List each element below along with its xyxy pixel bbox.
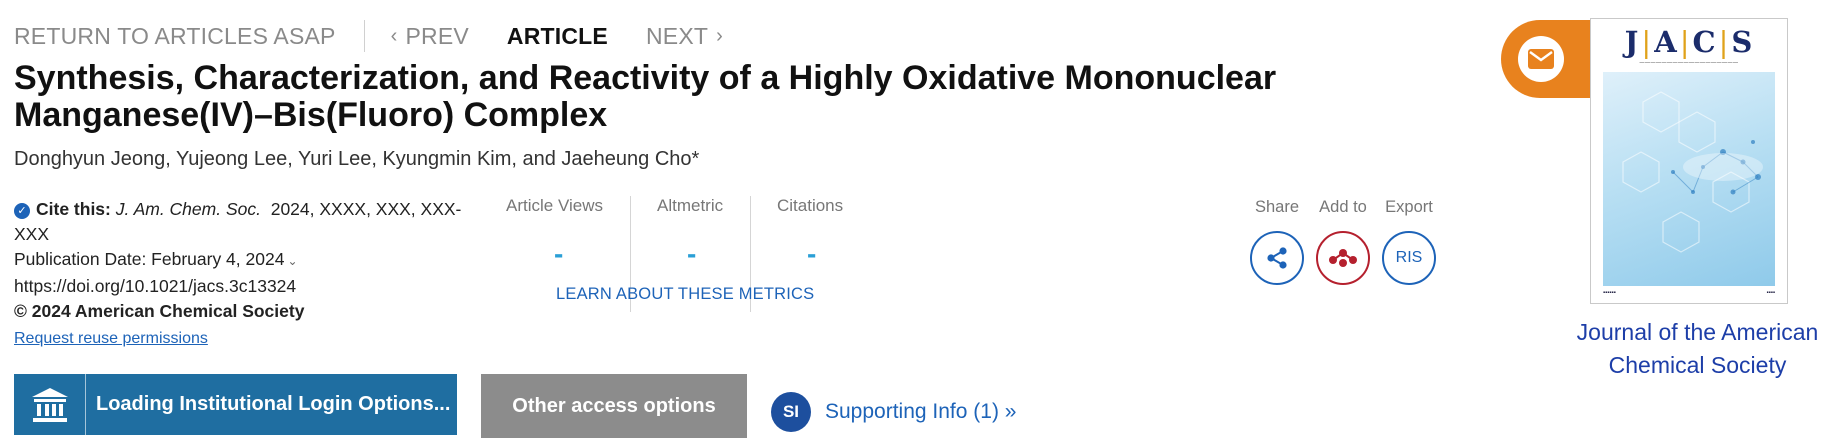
add-to-label: Add to [1319,198,1367,216]
return-to-articles-link[interactable]: RETURN TO ARTICLES ASAP [14,23,336,50]
prev-label: PREV [405,22,469,49]
article-tab[interactable]: ARTICLE [507,23,608,50]
copyright: © 2024 American Chemical Society [14,301,305,321]
cite-journal: J. Am. Chem. Soc. [115,199,261,219]
publication-date-text: Publication Date: February 4, 2024 [14,249,285,269]
add-to-tool: Add to [1310,198,1376,285]
cover-logo: J|A|C|S [1624,25,1754,59]
prev-link[interactable]: ‹ PREV [391,23,469,50]
cover-artwork [1603,72,1775,286]
share-tool: Share [1244,198,1310,285]
next-link[interactable]: NEXT › [646,23,723,50]
journal-cover[interactable]: J|A|C|S —————————————————— ▪▪▪▪▪▪ ▪▪▪▪ [1590,18,1788,304]
cover-letter: C [1692,25,1717,59]
nav-divider [363,20,365,52]
export-tool: Export RIS [1376,198,1442,285]
export-label: Export [1385,198,1433,216]
envelope-icon [1518,36,1564,82]
mendeley-icon [1329,249,1357,267]
cite-line: ✓ Cite this: J. Am. Chem. Soc. 2024, XXXX… [14,197,469,247]
add-to-button[interactable] [1316,231,1370,285]
check-circle-icon: ✓ [14,203,30,219]
metric-value: - [807,238,817,269]
email-alert-button[interactable] [1501,20,1601,98]
metric-label: Citations [777,196,844,215]
ris-icon-text: RIS [1395,249,1423,266]
share-icon [1267,247,1287,269]
cover-letter: J [1624,25,1640,59]
learn-metrics-link[interactable]: LEARN ABOUT THESE METRICS [556,285,814,304]
chevron-right-icon: › [716,24,723,47]
supporting-info-label: Supporting Info (1) » [825,400,1017,423]
cover-letter: S [1731,25,1754,59]
chevron-down-icon: ⌄ [287,254,298,268]
metric-value: - [687,238,697,269]
publication-date[interactable]: Publication Date: February 4, 2024 ⌄ [14,247,469,274]
author-list[interactable]: Donghyun Jeong, Yujeong Lee, Yuri Lee, K… [14,148,699,171]
reuse-permissions-link[interactable]: Request reuse permissions [14,326,469,351]
metric-value: - [554,238,564,269]
share-label: Share [1254,198,1300,216]
citation-block: ✓ Cite this: J. Am. Chem. Soc. 2024, XXXX… [14,197,469,351]
metric-label: Altmetric [657,196,724,215]
supporting-info-link[interactable]: SI Supporting Info (1) » [771,392,1016,432]
journal-name-link[interactable]: Journal of the American Chemical Society [1560,316,1835,382]
other-access-button[interactable]: Other access options [481,374,747,438]
institutional-login-button[interactable]: Loading Institutional Login Options... [14,374,457,435]
metric-label: Article Views [506,196,603,215]
cover-subtitle: —————————————————— [1639,60,1739,66]
cite-label: Cite this: [36,199,111,219]
article-nav: RETURN TO ARTICLES ASAP ‹ PREV ARTICLE N… [14,18,723,54]
article-title: Synthesis, Characterization, and Reactiv… [14,59,1277,134]
next-label: NEXT [645,22,709,49]
supporting-info-badge: SI [771,392,811,432]
doi-link[interactable]: https://doi.org/10.1021/jacs.3c13324 [14,274,469,299]
chevron-left-icon: ‹ [390,24,398,47]
share-button[interactable] [1250,231,1304,285]
cover-footer: ▪▪▪▪▪▪ ▪▪▪▪ [1603,290,1775,296]
article-tools: Share Add to Export RIS [1244,198,1442,285]
cover-letter: A [1654,25,1678,59]
export-ris-button[interactable]: RIS [1382,231,1436,285]
institutional-login-label: Loading Institutional Login Options... [96,393,451,415]
bank-icon [14,374,86,435]
